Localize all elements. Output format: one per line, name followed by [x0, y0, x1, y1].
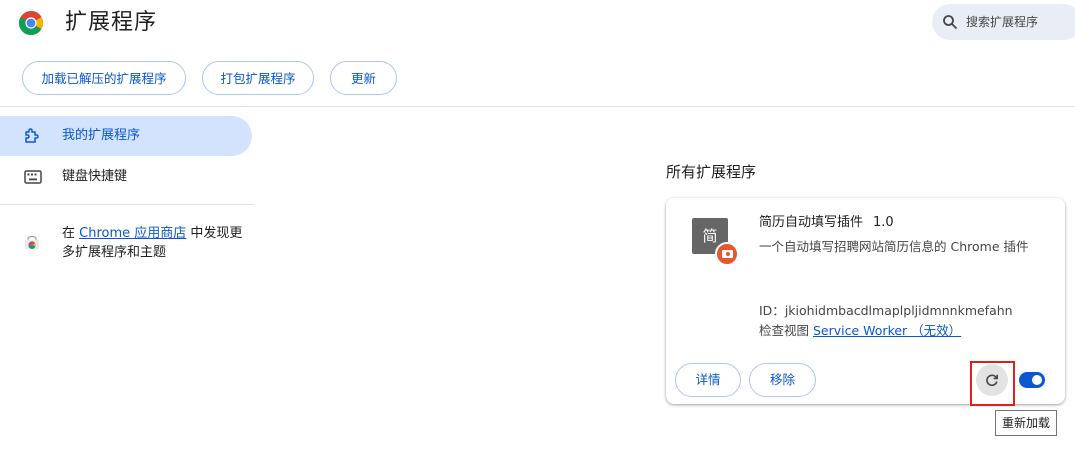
extension-title: 简历自动填写插件 [759, 215, 864, 230]
sidebar-item-label: 我的扩展程序 [62, 128, 141, 143]
extension-id-label: ID： [759, 303, 785, 318]
chrome-web-store-link[interactable]: Chrome 应用商店 [79, 226, 186, 241]
search-input[interactable]: 搜索扩展程序 [966, 4, 1038, 40]
sidebar-item-keyboard-shortcuts[interactable]: 键盘快捷键 [0, 157, 252, 197]
reload-highlight-box [970, 361, 1015, 406]
chrome-web-store-icon [24, 235, 40, 251]
load-unpacked-button[interactable]: 加载已解压的扩展程序 [22, 61, 186, 95]
puzzle-icon [25, 128, 39, 143]
reload-tooltip: 重新加载 [995, 410, 1058, 436]
toolbar-divider [0, 106, 1075, 107]
page-title: 扩展程序 [65, 10, 158, 35]
store-text-prefix: 在 [62, 226, 80, 241]
section-title: 所有扩展程序 [666, 163, 757, 181]
extension-description: 一个自动填写招聘网站简历信息的 Chrome 插件 [759, 239, 1029, 254]
search-icon [943, 15, 958, 30]
extension-enable-toggle[interactable] [1019, 372, 1045, 388]
pack-extension-button[interactable]: 打包扩展程序 [202, 61, 314, 95]
extension-id-row: ID：jkiohidmbacdlmaplpljidmnnkmefahn [759, 301, 1013, 321]
search-box[interactable]: 搜索扩展程序 [932, 4, 1075, 40]
sidebar-item-my-extensions[interactable]: 我的扩展程序 [0, 116, 252, 156]
extension-id: jkiohidmbacdlmaplpljidmnnkmefahn [784, 303, 1013, 318]
web-store-promo: 在 Chrome 应用商店 中发现更多扩展程序和主题 [62, 224, 252, 262]
extension-name: 简历自动填写插件 1.0 [759, 213, 894, 233]
update-button[interactable]: 更新 [330, 61, 397, 95]
unpacked-badge-icon [715, 242, 739, 266]
details-button[interactable]: 详情 [675, 363, 741, 397]
sidebar-divider [0, 204, 254, 205]
inspect-views-row: 检查视图 Service Worker （无效） [759, 321, 961, 341]
toggle-knob [1032, 375, 1042, 385]
remove-button[interactable]: 移除 [749, 363, 816, 397]
service-worker-link[interactable]: Service Worker （无效） [813, 323, 961, 338]
inspect-views-label: 检查视图 [759, 323, 813, 338]
sidebar-item-label: 键盘快捷键 [62, 169, 128, 184]
chrome-logo-icon [18, 10, 44, 36]
keyboard-icon [24, 170, 42, 184]
extension-version: 1.0 [873, 215, 894, 230]
